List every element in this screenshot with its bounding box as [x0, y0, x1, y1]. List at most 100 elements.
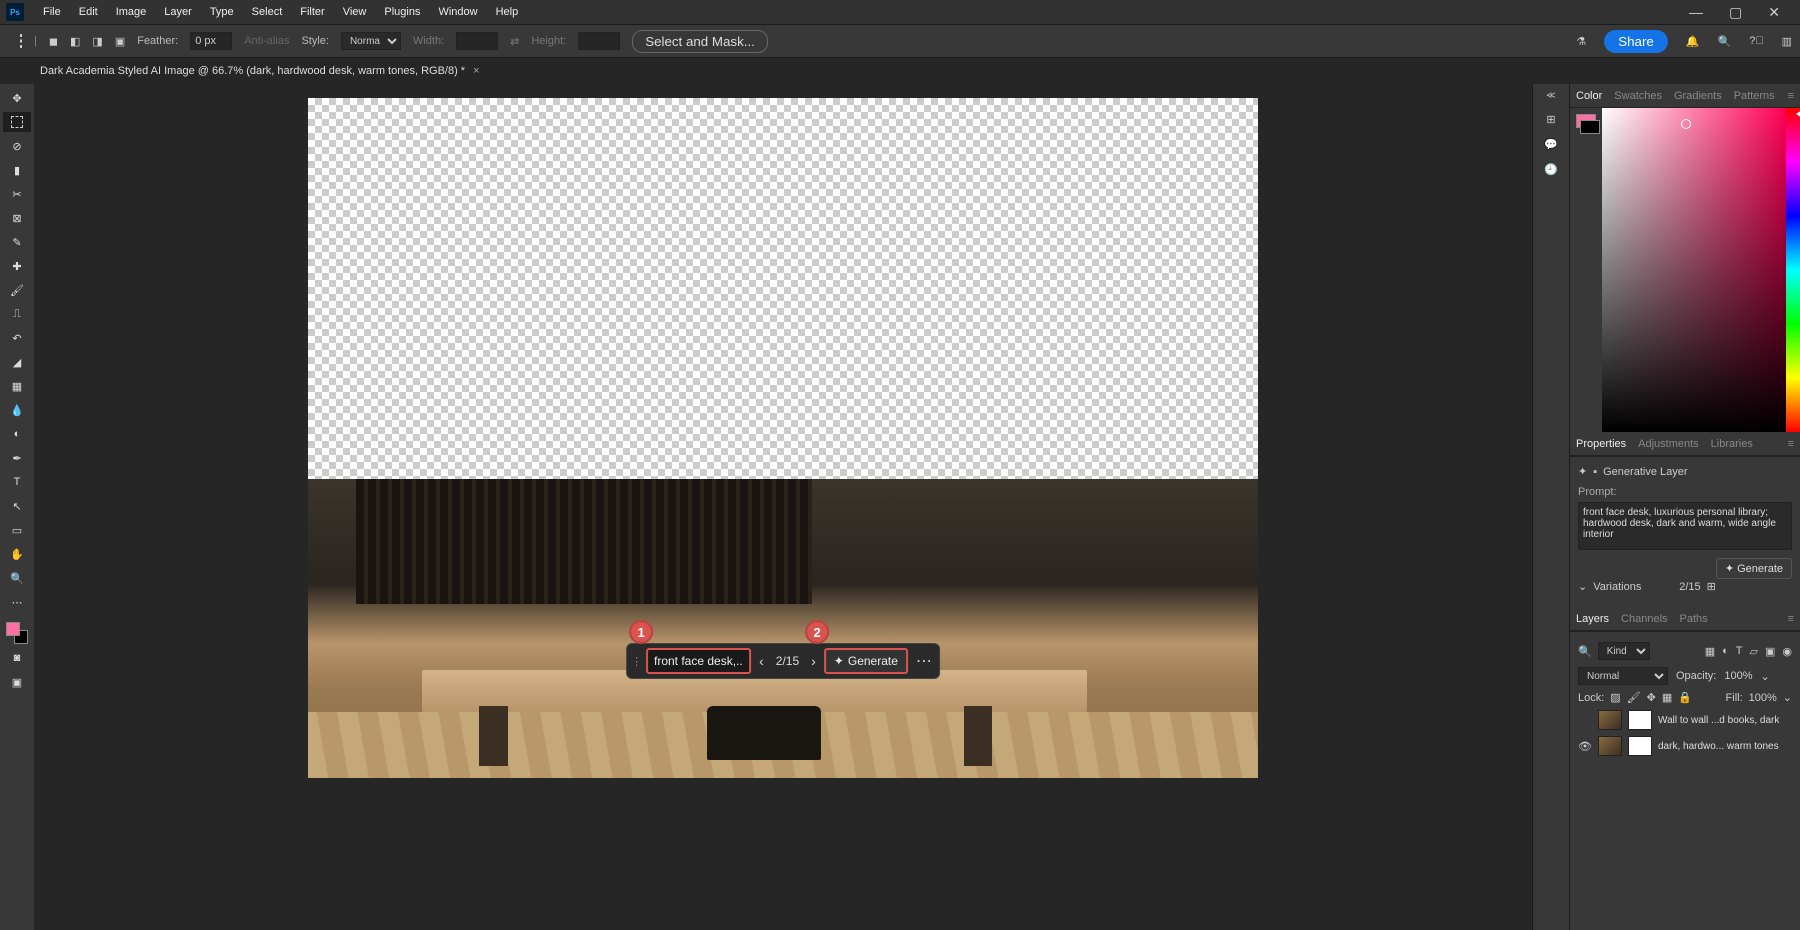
menu-plugins[interactable]: Plugins — [375, 6, 429, 18]
opacity-value[interactable]: 100% — [1724, 670, 1752, 682]
visibility-icon[interactable]: 👁 — [1578, 740, 1592, 753]
collapse-arrows-icon[interactable]: ≪ — [1546, 90, 1555, 101]
filter-toggle-icon[interactable]: ◉ — [1782, 645, 1792, 658]
panel-icon-comments[interactable]: 💬 — [1544, 138, 1558, 151]
close-icon[interactable]: ✕ — [1768, 4, 1780, 21]
tab-paths[interactable]: Paths — [1680, 613, 1708, 625]
marquee-tool[interactable] — [3, 112, 31, 132]
canvas-area[interactable]: 1 2 ⋮ ‹ 2/15 › ✦ Generate ⋯ — [34, 84, 1532, 930]
quick-mask-tool[interactable]: ◙ — [3, 648, 31, 668]
path-tool[interactable]: ↖ — [3, 496, 31, 516]
prev-variation-button[interactable]: ‹ — [755, 651, 768, 671]
blend-mode-select[interactable]: Normal — [1578, 667, 1668, 685]
properties-generate-button[interactable]: ✦ Generate — [1716, 558, 1792, 579]
drag-handle-icon[interactable]: ⋮ — [631, 655, 642, 668]
eraser-tool[interactable]: ◢ — [3, 352, 31, 372]
menu-image[interactable]: Image — [107, 6, 156, 18]
search-icon[interactable]: 🔍 — [1578, 645, 1592, 658]
healing-tool[interactable]: ✚ — [3, 256, 31, 276]
type-tool[interactable]: T — [3, 472, 31, 492]
menu-help[interactable]: Help — [487, 6, 528, 18]
minimize-icon[interactable]: — — [1689, 4, 1703, 21]
foreground-swatch[interactable] — [6, 622, 20, 636]
menu-filter[interactable]: Filter — [291, 6, 333, 18]
brush-tool[interactable]: 🖌 — [3, 280, 31, 300]
zoom-tool[interactable]: 🔍 — [3, 568, 31, 588]
layer-name[interactable]: Wall to wall ...d books, dark — [1658, 715, 1792, 726]
color-swatches-tool[interactable] — [6, 622, 28, 644]
layer-thumbnail[interactable] — [1598, 710, 1622, 730]
hue-slider[interactable] — [1786, 108, 1800, 432]
layer-name[interactable]: dark, hardwo... warm tones — [1658, 741, 1792, 752]
share-button[interactable]: Share — [1604, 30, 1668, 53]
prompt-textarea[interactable]: front face desk, luxurious personal libr… — [1578, 502, 1792, 550]
frame-tool[interactable]: ⊠ — [3, 208, 31, 228]
marquee-tool-icon[interactable] — [20, 35, 22, 47]
tab-color[interactable]: Color — [1576, 90, 1602, 102]
filter-pixel-icon[interactable]: ▦ — [1705, 645, 1715, 658]
panel-menu-icon[interactable]: ≡ — [1788, 438, 1794, 450]
tab-patterns[interactable]: Patterns — [1734, 90, 1775, 102]
tab-adjustments[interactable]: Adjustments — [1638, 438, 1699, 450]
layer-row[interactable]: 👁 dark, hardwo... warm tones — [1578, 733, 1792, 759]
search-icon[interactable]: 🔍 — [1718, 35, 1732, 48]
gradient-tool[interactable]: ▦ — [3, 376, 31, 396]
help-icon[interactable]: ?⃝ — [1749, 35, 1763, 47]
panel-menu-icon[interactable]: ≡ — [1788, 613, 1794, 625]
generative-prompt-input[interactable] — [646, 648, 751, 674]
select-and-mask-button[interactable]: Select and Mask... — [632, 30, 768, 53]
tab-channels[interactable]: Channels — [1621, 613, 1667, 625]
menu-type[interactable]: Type — [201, 6, 243, 18]
menu-layer[interactable]: Layer — [155, 6, 201, 18]
pen-tool[interactable]: ✒ — [3, 448, 31, 468]
fill-value[interactable]: 100% — [1749, 692, 1777, 704]
eyedropper-tool[interactable]: ✎ — [3, 232, 31, 252]
document-tab[interactable]: Dark Academia Styled AI Image @ 66.7% (d… — [40, 65, 480, 77]
new-selection-icon[interactable]: ◼ — [49, 35, 58, 48]
lock-brush-icon[interactable]: 🖌 — [1627, 691, 1641, 704]
tab-layers[interactable]: Layers — [1576, 613, 1609, 625]
lock-position-icon[interactable]: ✥ — [1647, 691, 1656, 704]
menu-window[interactable]: Window — [429, 6, 486, 18]
feather-input[interactable] — [190, 32, 232, 50]
menu-view[interactable]: View — [334, 6, 376, 18]
filter-shape-icon[interactable]: ▱ — [1750, 645, 1758, 658]
rectangle-tool[interactable]: ▭ — [3, 520, 31, 540]
color-field[interactable] — [1602, 108, 1786, 432]
tab-properties[interactable]: Properties — [1576, 438, 1626, 450]
history-brush-tool[interactable]: ↶ — [3, 328, 31, 348]
clone-tool[interactable]: ⎍ — [3, 304, 31, 324]
lasso-tool[interactable]: ⊘ — [3, 136, 31, 156]
swap-icon[interactable]: ⇄ — [510, 35, 519, 48]
filter-type-icon[interactable]: T — [1736, 645, 1743, 658]
close-tab-icon[interactable]: × — [473, 65, 479, 77]
panel-icon-history[interactable]: 🕘 — [1544, 163, 1558, 176]
tab-swatches[interactable]: Swatches — [1614, 90, 1662, 102]
lock-artboard-icon[interactable]: ▦ — [1662, 691, 1672, 704]
mask-thumbnail[interactable] — [1628, 736, 1652, 756]
next-variation-button[interactable]: › — [807, 651, 820, 671]
workspace-icon[interactable]: ▥ — [1782, 35, 1792, 48]
bg-color-swatch[interactable] — [1580, 120, 1600, 134]
screen-mode-tool[interactable]: ▣ — [3, 672, 31, 692]
panel-menu-icon[interactable]: ≡ — [1788, 90, 1794, 102]
menu-file[interactable]: File — [34, 6, 70, 18]
filter-adjustment-icon[interactable]: ◐ — [1722, 645, 1729, 658]
menu-edit[interactable]: Edit — [70, 6, 107, 18]
dodge-tool[interactable]: ◐ — [3, 424, 31, 444]
chevron-down-icon[interactable]: ⌄ — [1578, 580, 1587, 593]
more-options-icon[interactable]: ⋯ — [912, 648, 935, 674]
mask-thumbnail[interactable] — [1628, 710, 1652, 730]
layer-thumbnail[interactable] — [1598, 736, 1622, 756]
object-select-tool[interactable]: ▮ — [3, 160, 31, 180]
intersect-selection-icon[interactable]: ▣ — [115, 35, 125, 48]
subtract-selection-icon[interactable]: ◨ — [92, 35, 102, 48]
crop-tool[interactable]: ✂ — [3, 184, 31, 204]
grid-icon[interactable]: ⊞ — [1707, 580, 1716, 593]
layer-filter-select[interactable]: Kind — [1598, 642, 1650, 660]
lock-transparent-icon[interactable]: ▨ — [1610, 691, 1620, 704]
color-cursor[interactable] — [1681, 119, 1691, 129]
layer-row[interactable]: Wall to wall ...d books, dark — [1578, 707, 1792, 733]
add-selection-icon[interactable]: ◧ — [70, 35, 80, 48]
blur-tool[interactable]: 💧 — [3, 400, 31, 420]
